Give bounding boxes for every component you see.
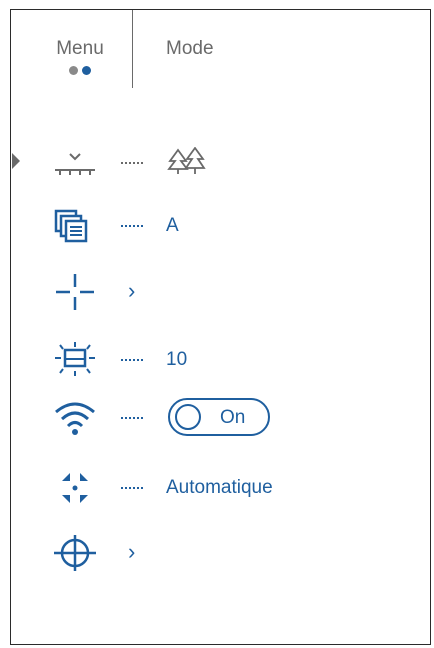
page-indicator [52, 66, 108, 76]
brightness-icon [55, 342, 95, 376]
tab-menu-label: Menu [56, 38, 104, 59]
ground-level-icon [55, 153, 95, 175]
leader-dots [121, 487, 143, 489]
auto-value: Automatique [166, 477, 273, 498]
brightness-value: 10 [166, 349, 188, 370]
leader-dots [121, 162, 143, 164]
tab-mode[interactable]: Mode [166, 38, 214, 60]
chevron-right-icon[interactable]: › [128, 539, 135, 565]
auto-zoom-icon [62, 473, 88, 503]
forest-icon [167, 147, 206, 174]
menu-row-environment[interactable] [0, 143, 420, 183]
gallery-icon [54, 209, 88, 243]
wifi-icon [55, 402, 95, 435]
crosshair-icon [56, 274, 94, 310]
tab-menu[interactable]: Menu [52, 38, 108, 76]
menu-row-zeroing[interactable]: › [0, 533, 420, 573]
zeroing-reticle-icon [54, 535, 96, 571]
leader-dots [121, 359, 143, 361]
leader-dots [121, 225, 143, 227]
selection-arrow-icon [12, 153, 20, 169]
toggle-label: On [220, 407, 246, 428]
wifi-toggle[interactable]: On [168, 398, 270, 436]
page-dot [69, 66, 78, 75]
leader-dots [121, 417, 143, 419]
chevron-right-icon[interactable]: › [128, 278, 135, 304]
toggle-knob [175, 404, 201, 430]
page-dot-current [82, 66, 91, 75]
menu-row-auto[interactable]: Automatique [0, 468, 420, 508]
menu-row-wifi[interactable]: On [0, 398, 420, 438]
gallery-value: A [166, 215, 179, 236]
tab-mode-label: Mode [166, 38, 214, 59]
menu-row-gallery[interactable]: A [0, 206, 420, 246]
menu-row-brightness[interactable]: 10 [0, 340, 420, 380]
tab-divider [132, 10, 133, 88]
menu-row-reticle[interactable]: › [0, 272, 420, 312]
